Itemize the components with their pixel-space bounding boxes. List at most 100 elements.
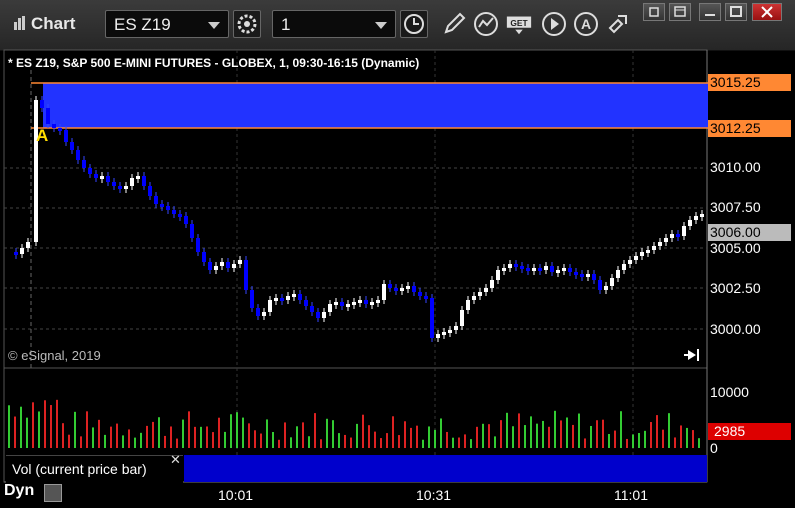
candle-body [454,326,458,330]
close-study-icon[interactable]: ✕ [170,452,181,468]
volume-bar [488,424,490,448]
candle-body [532,268,536,271]
volume-bar [542,420,544,448]
candle-body [628,260,632,264]
volume-bar [518,413,520,448]
candle-body [238,260,242,264]
candle-body [526,268,530,271]
candle-body [184,216,188,224]
candle-body [580,274,584,277]
price-band[interactable] [43,83,708,128]
candle-body [226,262,230,268]
candle-body [700,214,704,217]
volume-bar [68,434,70,448]
candle-body [250,290,254,308]
candle-body [562,268,566,271]
price-label-2: 3005.00 [710,240,761,256]
candle-body [466,300,470,310]
candle-body [292,294,296,297]
candle-body [346,304,350,307]
candle-body [634,256,638,260]
candle-body [670,234,674,238]
chart-header: * ES Z19, S&P 500 E-MINI FUTURES - GLOBE… [8,56,420,70]
candle-body [232,264,236,268]
candle-body [412,286,416,292]
candle-body [64,130,68,142]
lock-icon[interactable] [44,484,62,502]
volume-bar [566,417,568,448]
price-label-1: 3007.50 [710,199,761,215]
annotation-marker[interactable]: A [36,126,48,145]
volume-bar [386,433,388,448]
candle-body [508,264,512,268]
candle-body [676,234,680,237]
candle-body [256,308,260,316]
band-top-label: 3015.25 [710,74,761,90]
volume-study-name: Vol (current price bar) [12,461,147,477]
volume-bar [626,438,628,448]
volume-bar [620,411,622,448]
dynamic-mode-button[interactable]: Dyn [4,482,34,500]
candle-body [538,268,542,271]
candle-body [46,108,50,124]
candle-body [358,300,362,303]
volume-bar [182,419,184,448]
volume-bar [410,427,412,448]
volume-bar [638,433,640,448]
volume-bar [536,423,538,448]
candle-body [52,124,56,128]
volume-axis-label-high: 10000 [710,384,749,400]
volume-bar [44,400,46,448]
candle-body [598,280,602,290]
time-label-0: 10:01 [218,487,254,503]
volume-bar [674,437,676,448]
volume-bar [20,406,22,448]
volume-bar [512,426,514,448]
candle-body [388,284,392,288]
candle-body [262,312,266,316]
volume-bar [50,405,52,448]
volume-bar [26,417,28,448]
candle-body [196,238,200,252]
chart-window: Chart ES Z19 1 GET A A * ES Z19, S&P 500… [0,0,795,508]
volume-bar [260,433,262,448]
candle-body [136,176,140,179]
volume-axis-label-zero: 0 [710,440,718,456]
volume-bar [122,435,124,448]
candle-body [394,288,398,291]
volume-bar [308,436,310,448]
price-label-3: 3002.50 [710,280,761,296]
candle-body [550,266,554,272]
price-label-0: 3010.00 [710,159,761,175]
volume-bar [680,425,682,448]
volume-bar [404,421,406,448]
price-chart[interactable]: A [0,0,795,508]
volume-bar [650,422,652,448]
volume-bar [8,405,10,448]
volume-bar [476,426,478,448]
candle-body [340,302,344,306]
volume-bar [686,427,688,448]
volume-bar [134,437,136,448]
volume-bar [170,426,172,448]
candle-body [322,312,326,318]
candle-body [658,242,662,246]
volume-bar [296,426,298,448]
candle-body [556,270,560,273]
candle-body [646,250,650,253]
volume-bar [362,414,364,448]
volume-bar [560,420,562,448]
volume-study-label[interactable]: Vol (current price bar) [6,455,183,483]
volume-bar [554,410,556,448]
volume-bar [326,418,328,448]
volume-bar [86,411,88,448]
volume-bar [392,416,394,448]
candle-body [418,292,422,296]
candle-body [214,266,218,270]
volume-bar [470,439,472,448]
volume-bar [314,413,316,448]
candle-body [682,226,686,236]
candle-body [616,270,620,278]
volume-bar [344,434,346,448]
candle-body [286,296,290,300]
